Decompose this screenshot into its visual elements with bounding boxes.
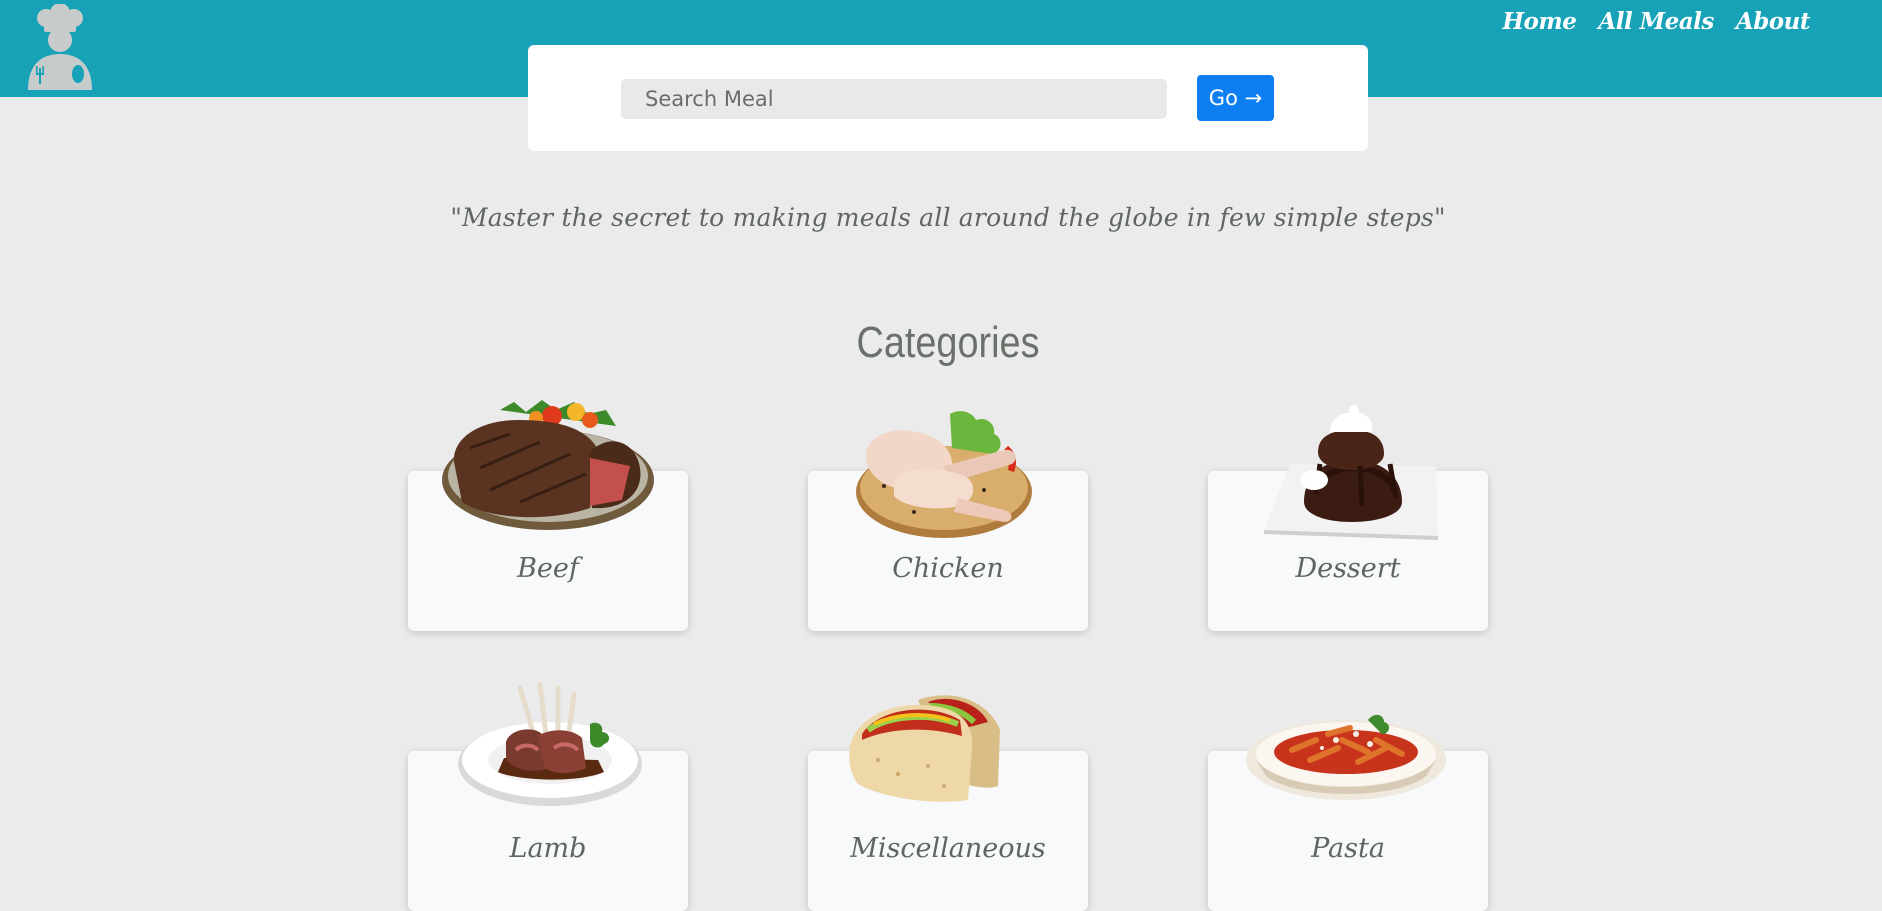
category-label: Lamb — [509, 833, 587, 864]
beef-steak-image — [442, 400, 654, 530]
lamb-chops-image — [458, 681, 642, 806]
chef-logo-icon[interactable] — [22, 4, 98, 90]
category-label: Chicken — [892, 553, 1004, 584]
pasta-bowl-image — [1246, 714, 1446, 800]
chocolate-cake-image — [1264, 405, 1438, 540]
search-card: Go → — [528, 45, 1368, 151]
chicken-legs-image — [856, 411, 1032, 538]
tacos-image — [849, 695, 1000, 802]
category-label: Dessert — [1295, 553, 1401, 584]
categories-heading: Categories — [856, 318, 1040, 367]
category-label: Beef — [517, 553, 579, 584]
nav-about-link[interactable]: About — [1736, 8, 1811, 35]
tagline: "Master the secret to making meals all a… — [450, 203, 1446, 232]
search-input[interactable] — [621, 79, 1167, 119]
nav-home-link[interactable]: Home — [1502, 8, 1577, 35]
main-nav: Home All Meals About — [1502, 8, 1810, 35]
category-label: Pasta — [1311, 833, 1385, 864]
category-label: Miscellaneous — [850, 833, 1046, 864]
nav-all-meals-link[interactable]: All Meals — [1598, 8, 1714, 35]
go-button[interactable]: Go → — [1197, 75, 1274, 121]
